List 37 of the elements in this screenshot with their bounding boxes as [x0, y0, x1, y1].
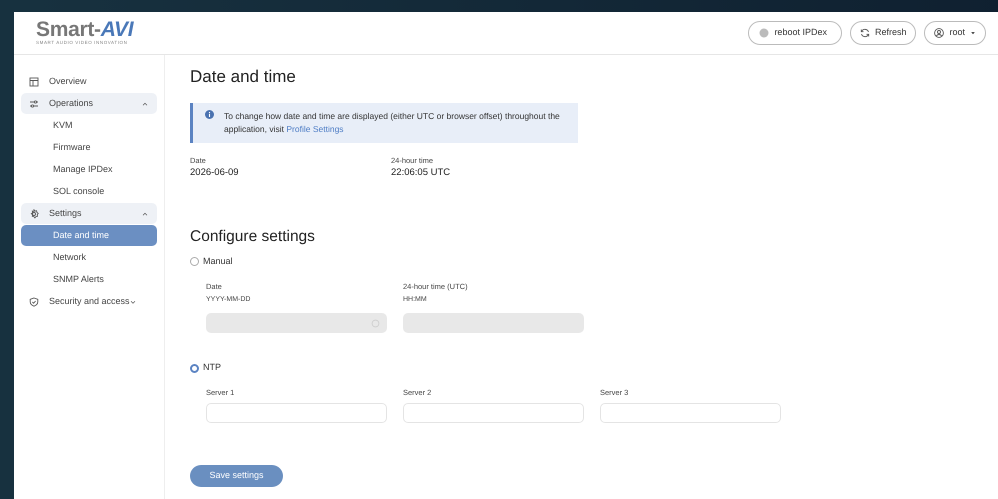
input-field[interactable] — [403, 403, 584, 423]
input-field[interactable] — [206, 403, 387, 423]
sidebar-subitem[interactable]: SNMP Alerts — [21, 269, 157, 290]
sidebar-item[interactable]: Settings — [21, 203, 157, 224]
status-dot-icon — [759, 28, 770, 38]
radio-button[interactable] — [190, 257, 199, 266]
sidebar-subitem[interactable]: Manage IPDex — [21, 159, 157, 180]
value-text: 2026-06-09 — [190, 166, 240, 180]
sidebar-subitem[interactable]: KVM — [21, 115, 157, 136]
section-title: Configure settings — [190, 228, 316, 247]
radio-label: Manual — [203, 255, 233, 268]
gear-icon — [29, 208, 39, 219]
input-field[interactable] — [403, 313, 584, 334]
radio-label: NTP — [203, 361, 221, 374]
input-field[interactable] — [206, 313, 387, 334]
refresh-button[interactable]: Refresh — [850, 21, 916, 45]
reboot-button[interactable]: reboot IPDex — [748, 21, 842, 45]
dashboard-icon — [29, 76, 39, 87]
sidebar-subitem[interactable]: Firmware — [21, 137, 157, 158]
input-field[interactable] — [600, 403, 781, 423]
radio-button[interactable] — [190, 364, 199, 372]
sidebar-item[interactable]: Security and access — [21, 291, 145, 312]
sidebar-item[interactable]: Overview — [21, 71, 157, 92]
caret-icon — [970, 30, 976, 36]
info-text: To change how date and time are displayed (either UTC or browser offset) throughout the application, visit Profile Settings — [224, 110, 561, 136]
user-icon — [934, 28, 944, 38]
refresh-icon — [860, 28, 870, 38]
sidebar-item[interactable]: Operations — [21, 93, 157, 114]
user-button[interactable]: root — [924, 21, 986, 45]
info-icon — [205, 110, 214, 120]
shield-icon — [29, 296, 39, 307]
sliders-icon — [29, 98, 39, 109]
profile-settings-link[interactable]: Profile Settings — [286, 124, 344, 134]
sidebar-subitem[interactable]: SOL console — [21, 181, 157, 202]
sidebar-subitem[interactable]: Network — [21, 247, 157, 268]
value-text: 22:06:05 UTC — [391, 166, 452, 180]
page-title: Date and time — [190, 67, 297, 88]
